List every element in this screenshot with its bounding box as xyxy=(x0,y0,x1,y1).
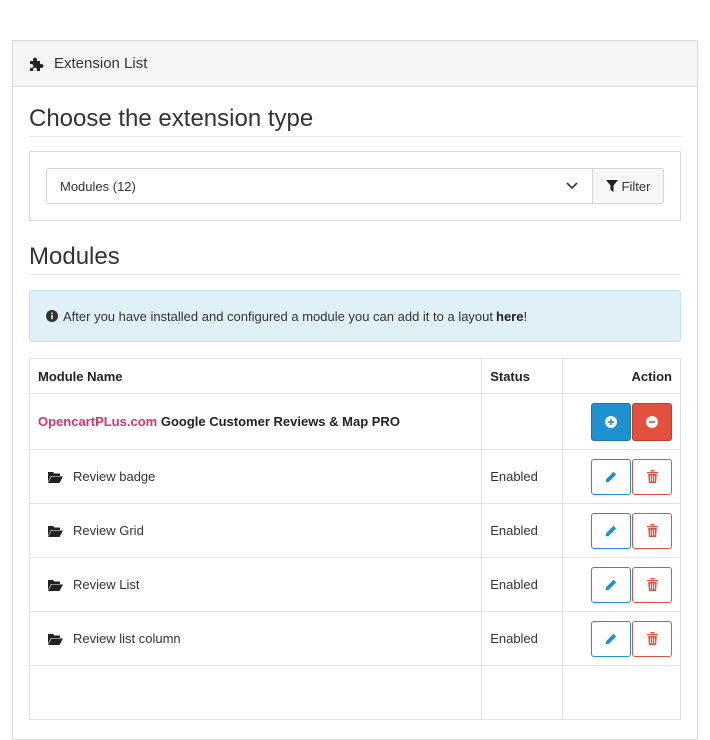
module-row: Review Grid Enabled xyxy=(28,503,681,558)
module-row: Review list column Enabled xyxy=(28,611,681,666)
module-group-name: OpencartPLus.com Google Customer Reviews… xyxy=(28,393,483,450)
info-circle-icon xyxy=(46,310,58,322)
trash-icon xyxy=(646,470,658,483)
module-name: Review List xyxy=(73,577,140,592)
col-status: Status xyxy=(481,358,564,394)
folder-open-icon xyxy=(48,525,63,537)
pencil-icon xyxy=(605,525,617,536)
info-alert: After you have installed and configured … xyxy=(29,290,681,342)
pencil-icon xyxy=(605,633,617,644)
filter-well: Modules (12) Filter xyxy=(29,151,681,221)
folder-open-icon xyxy=(48,633,63,645)
choose-type-heading: Choose the extension type xyxy=(29,105,314,132)
col-module-name: Module Name xyxy=(28,358,483,394)
delete-button[interactable] xyxy=(632,458,672,495)
choose-type-section: Choose the extension type xyxy=(29,105,681,137)
delete-button[interactable] xyxy=(632,566,672,603)
edit-button[interactable] xyxy=(591,458,631,495)
folder-open-icon xyxy=(48,471,63,483)
extension-type-selected: Modules (12) xyxy=(60,178,136,194)
module-status: Enabled xyxy=(481,557,564,612)
alert-suffix: ! xyxy=(523,308,528,324)
module-group-actions xyxy=(562,393,681,450)
filter-button-label: Filter xyxy=(621,178,651,194)
modules-section: Modules xyxy=(29,243,681,275)
module-status: Enabled xyxy=(481,611,564,666)
modules-heading: Modules xyxy=(29,243,120,270)
modules-table: Module Name Status Action OpencartPLus.c… xyxy=(28,358,681,720)
filter-button[interactable]: Filter xyxy=(592,168,664,204)
edit-button[interactable] xyxy=(591,512,631,549)
edit-button[interactable] xyxy=(591,566,631,603)
plus-circle-icon xyxy=(605,415,617,428)
minus-circle-icon xyxy=(646,415,658,428)
alert-text: After you have installed and configured … xyxy=(63,308,494,324)
module-title: Google Customer Reviews & Map PRO xyxy=(160,414,400,429)
install-button[interactable] xyxy=(591,402,631,441)
pencil-icon xyxy=(605,471,617,482)
puzzle-icon xyxy=(30,57,44,71)
folder-open-icon xyxy=(48,579,63,591)
col-action: Action xyxy=(562,358,681,394)
edit-button[interactable] xyxy=(591,620,631,657)
module-row-partial xyxy=(28,665,681,720)
pencil-icon xyxy=(605,579,617,590)
module-status: Enabled xyxy=(481,503,564,558)
extension-list-panel: Extension List Choose the extension type… xyxy=(12,40,698,740)
trash-icon xyxy=(646,578,658,591)
panel-title: Extension List xyxy=(54,55,148,72)
layout-link[interactable]: here xyxy=(496,309,523,324)
module-status: Enabled xyxy=(481,449,564,504)
module-name: Review list column xyxy=(73,631,181,646)
filter-icon xyxy=(605,180,618,192)
module-name: Review Grid xyxy=(73,523,144,538)
uninstall-button[interactable] xyxy=(632,402,672,441)
module-row: Review badge Enabled xyxy=(28,449,681,504)
delete-button[interactable] xyxy=(632,512,672,549)
chevron-down-icon xyxy=(566,182,578,190)
extension-type-select[interactable]: Modules (12) xyxy=(46,168,592,204)
panel-heading: Extension List xyxy=(13,41,697,87)
brand-name: OpencartPLus.com xyxy=(38,414,158,429)
trash-icon xyxy=(646,632,658,645)
trash-icon xyxy=(646,524,658,537)
module-group-status xyxy=(481,393,564,450)
module-name: Review badge xyxy=(73,469,156,484)
delete-button[interactable] xyxy=(632,620,672,657)
module-group-row: OpencartPLus.com Google Customer Reviews… xyxy=(28,393,681,450)
module-row: Review List Enabled xyxy=(28,557,681,612)
